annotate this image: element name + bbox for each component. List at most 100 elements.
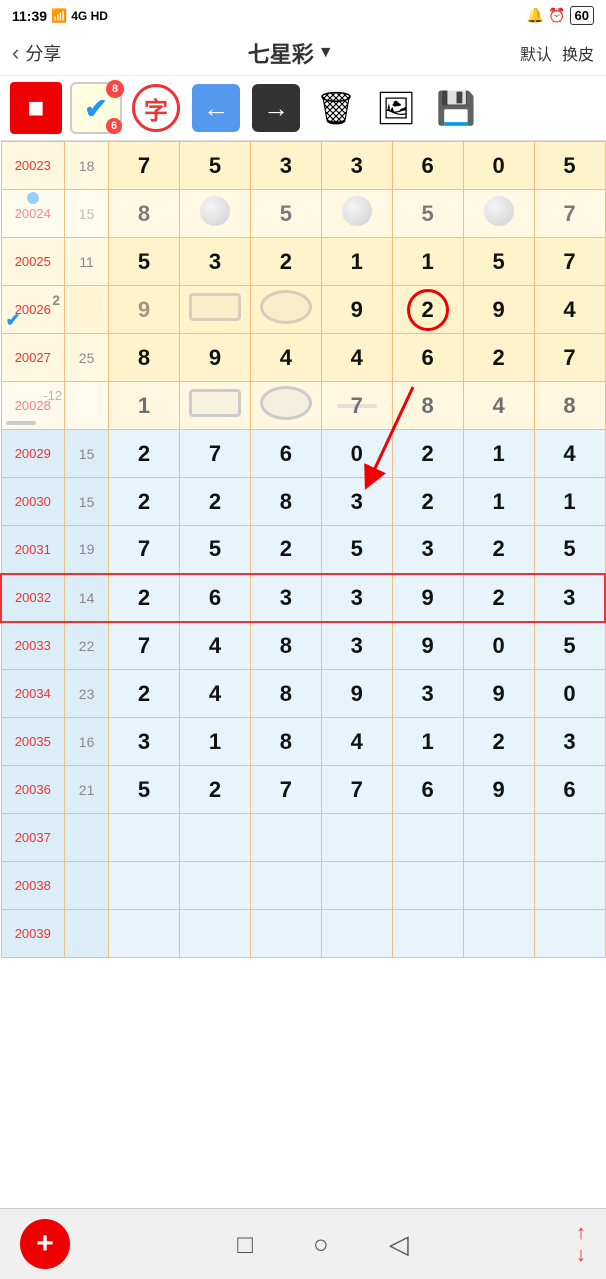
cell: 3 — [534, 574, 605, 622]
default-button[interactable]: 默认 — [520, 41, 552, 65]
cell: 8 — [534, 382, 605, 430]
cell: 9 — [463, 286, 534, 334]
cell — [534, 862, 605, 910]
row-sum: 23 — [65, 670, 109, 718]
row-id: 20033 — [1, 622, 65, 670]
table-row: 20023 18 7 5 3 3 6 0 5 — [1, 142, 605, 190]
cell: 8 — [392, 382, 463, 430]
arrow-right-button[interactable]: → — [250, 82, 302, 134]
cell: 2 — [250, 238, 321, 286]
bottom-bar: + □ ○ ◁ ↑ ↓ — [0, 1208, 606, 1279]
cell: 9 — [321, 670, 392, 718]
save-icon: 💾 — [436, 89, 476, 127]
cell: 5 — [463, 238, 534, 286]
row-sum — [65, 814, 109, 862]
row-id: 20035 — [1, 718, 65, 766]
vibrate-icon: 🔔 — [527, 7, 544, 24]
bottom-nav: □ ○ ◁ — [70, 1229, 576, 1260]
scroll-arrows[interactable]: ↑ ↓ — [576, 1223, 586, 1265]
cell: 4 — [250, 334, 321, 382]
table-row: 20033 22 7 4 8 3 9 0 5 — [1, 622, 605, 670]
circle-nav-icon[interactable]: ○ — [313, 1229, 329, 1260]
table-row: 20038 — [1, 862, 605, 910]
add-button[interactable]: + — [20, 1219, 70, 1269]
cell: 7 — [534, 334, 605, 382]
cell: 2 — [109, 574, 180, 622]
cell — [392, 814, 463, 862]
photos-button[interactable]: 🖼 — [370, 82, 422, 134]
row-id: 20037 — [1, 814, 65, 862]
cell: 7 — [109, 526, 180, 574]
back-nav-icon[interactable]: ◁ — [389, 1229, 409, 1260]
status-right: 🔔 ⏰ 60 — [527, 6, 594, 25]
cell: 9 — [180, 334, 251, 382]
cell: 5 — [180, 526, 251, 574]
arrow-left-icon: ← — [192, 84, 240, 132]
cell: 5 — [109, 766, 180, 814]
row-id: 20038 — [1, 862, 65, 910]
cell: 6 — [392, 334, 463, 382]
row-id: 20032 — [1, 574, 65, 622]
nav-left[interactable]: ‹ 分享 — [12, 40, 61, 66]
scroll-up-icon[interactable]: ↑ — [576, 1223, 586, 1243]
cell — [180, 910, 251, 958]
cell — [180, 862, 251, 910]
cell: 4 — [463, 382, 534, 430]
row-sum — [65, 382, 109, 430]
add-icon: + — [36, 1227, 54, 1261]
check-tool-button[interactable]: ✔ 8 6 — [70, 82, 122, 134]
table-row: 20032 14 2 6 3 3 9 2 3 — [1, 574, 605, 622]
arrow-left-button[interactable]: ← — [190, 82, 242, 134]
share-button[interactable]: 分享 — [25, 40, 61, 66]
alarm-icon: ⏰ — [548, 7, 565, 24]
signal-type: 4G HD — [71, 9, 108, 23]
cell: 7 — [250, 766, 321, 814]
cell: 6 — [180, 574, 251, 622]
skin-button[interactable]: 换皮 — [562, 41, 594, 65]
row-sum: 15 — [65, 478, 109, 526]
cell — [463, 862, 534, 910]
trash-button[interactable]: 🗑 — [310, 82, 362, 134]
row-sum: 19 — [65, 526, 109, 574]
cell: 4 — [180, 622, 251, 670]
cell: 9 — [392, 622, 463, 670]
cell: 3 — [109, 718, 180, 766]
dropdown-icon[interactable]: ▼ — [318, 44, 334, 62]
char-tool-button[interactable]: 字 — [130, 82, 182, 134]
cell: 2 — [463, 718, 534, 766]
cell: 2 — [392, 478, 463, 526]
cell: 3 — [321, 478, 392, 526]
row-id: 20030 — [1, 478, 65, 526]
cell: 8 — [250, 718, 321, 766]
cell: 7 — [109, 622, 180, 670]
cell — [109, 910, 180, 958]
save-button[interactable]: 💾 — [430, 82, 482, 134]
cell — [180, 190, 251, 238]
back-icon[interactable]: ‹ — [12, 40, 19, 66]
cell: 3 — [321, 574, 392, 622]
cell — [250, 862, 321, 910]
row-id: 20029 — [1, 430, 65, 478]
battery: 60 — [570, 6, 594, 25]
home-nav-icon[interactable]: □ — [237, 1229, 253, 1260]
char-circle: 字 — [132, 84, 180, 132]
cell: 2 — [109, 430, 180, 478]
red-square-button[interactable]: ■ — [10, 82, 62, 134]
row-sum: 14 — [65, 574, 109, 622]
table-row: 20024 15 8 5 5 7 — [1, 190, 605, 238]
time: 11:39 — [12, 8, 47, 24]
table-row: 20026 ✔ 2 9 9 2 9 4 — [1, 286, 605, 334]
row-id: 20039 — [1, 910, 65, 958]
row-sum — [65, 910, 109, 958]
table-row: 20028 -12 1 7 8 4 8 — [1, 382, 605, 430]
cell: 0 — [463, 142, 534, 190]
cell: 7 — [534, 190, 605, 238]
cell: 1 — [180, 718, 251, 766]
photos-icon: 🖼 — [376, 89, 417, 127]
cell: 5 — [180, 142, 251, 190]
row-id: 20026 ✔ 2 — [1, 286, 65, 334]
scroll-down-icon[interactable]: ↓ — [576, 1245, 586, 1265]
cell: 0 — [321, 430, 392, 478]
cell: 0 — [534, 670, 605, 718]
row-sum — [65, 286, 109, 334]
